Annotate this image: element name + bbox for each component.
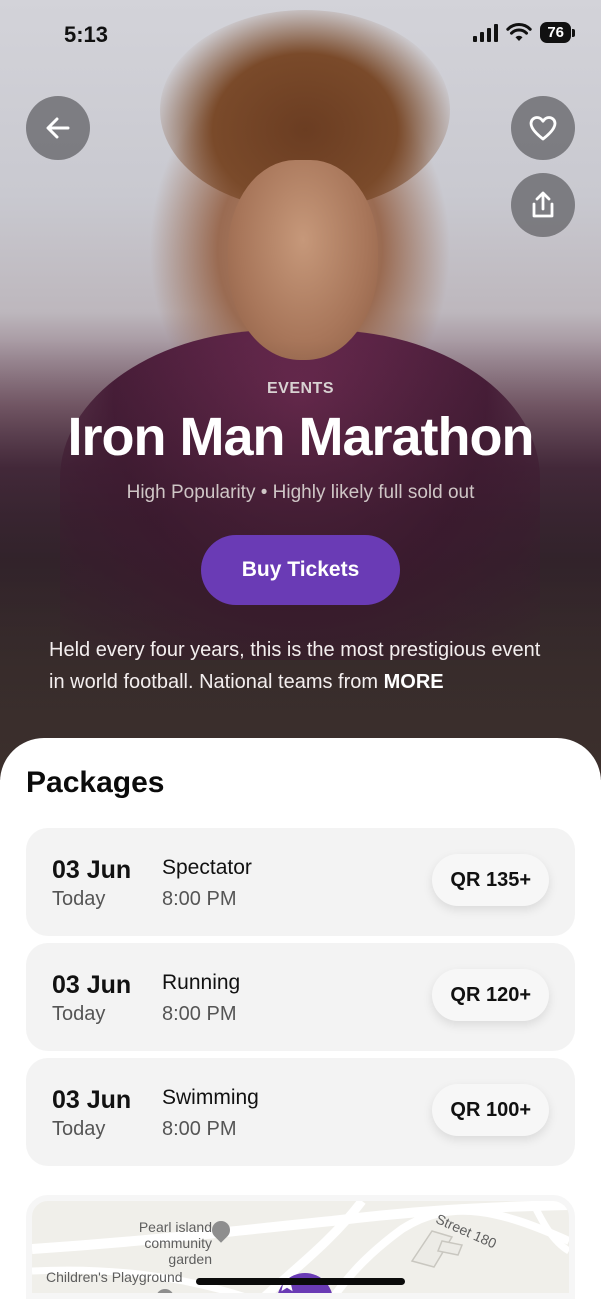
package-date: 03 Jun (52, 856, 132, 884)
event-subtitle: High Popularity • Highly likely full sol… (126, 482, 475, 503)
event-description: Held every four years, this is the most … (49, 634, 559, 698)
event-title: Iron Man Marathon (67, 407, 535, 467)
package-day: Today (52, 888, 106, 910)
hero-photo-face (228, 160, 378, 360)
arrow-left-icon (46, 117, 70, 139)
buy-tickets-button[interactable]: Buy Tickets (201, 535, 400, 605)
package-time: 8:00 PM (162, 888, 237, 910)
heart-icon (529, 116, 557, 141)
package-card[interactable]: 03 Jun Today Swimming 8:00 PM QR 100+ (26, 1058, 575, 1166)
package-date: 03 Jun (52, 1086, 132, 1114)
map-label-garden: Pearl island community garden (138, 1219, 212, 1267)
favorite-button[interactable] (511, 96, 575, 160)
battery-indicator: 76 (540, 22, 575, 43)
event-category: EVENTS (266, 380, 334, 397)
hero-text: EVENTS Iron Man Marathon High Popularity… (0, 380, 601, 504)
package-name: Swimming (162, 1086, 259, 1109)
package-price-button[interactable]: QR 135+ (432, 854, 549, 906)
share-icon (532, 191, 554, 218)
package-time: 8:00 PM (162, 1003, 237, 1025)
packages-title: Packages (26, 766, 165, 799)
package-name: Spectator (162, 856, 252, 879)
package-name: Running (162, 971, 241, 994)
status-time: 5:13 (64, 22, 109, 47)
package-price-button[interactable]: QR 100+ (432, 1084, 549, 1136)
package-date: 03 Jun (52, 971, 132, 999)
map-label-playground: Children's Playground (46, 1269, 183, 1285)
share-button[interactable] (511, 173, 575, 237)
more-link[interactable]: MORE (384, 671, 444, 693)
wifi-icon (506, 22, 533, 41)
package-card[interactable]: 03 Jun Today Running 8:00 PM QR 120+ (26, 943, 575, 1051)
package-time: 8:00 PM (162, 1118, 237, 1140)
status-icons: 76 (473, 22, 575, 43)
cellular-signal-icon (473, 23, 499, 42)
event-description-text: Held every four years, this is the most … (49, 639, 541, 693)
package-card[interactable]: 03 Jun Today Spectator 8:00 PM QR 135+ (26, 828, 575, 936)
package-day: Today (52, 1118, 106, 1140)
package-price-button[interactable]: QR 120+ (432, 969, 549, 1021)
home-indicator[interactable] (196, 1278, 405, 1285)
package-day: Today (52, 1003, 106, 1025)
back-button[interactable] (26, 96, 90, 160)
